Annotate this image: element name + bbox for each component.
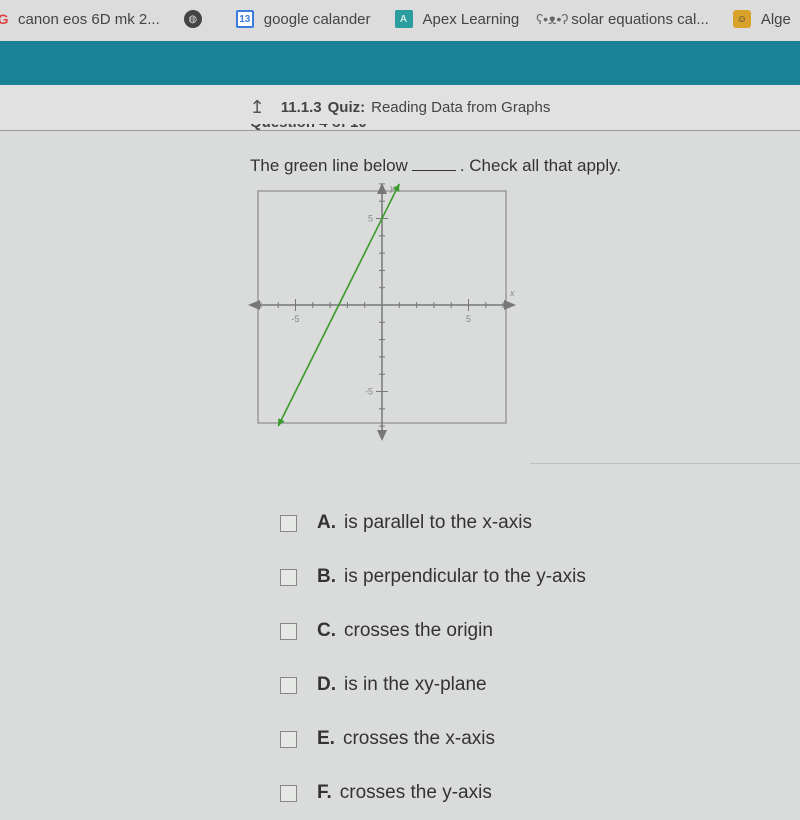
algebra-icon: ☺ [732, 10, 751, 28]
choice-c[interactable]: C. crosses the origin [280, 604, 586, 658]
choice-e[interactable]: E. crosses the x-axis [280, 712, 586, 766]
bookmark-canon[interactable]: G canon eos 6D mk 2... [0, 10, 160, 28]
bookmark-label: Alge [760, 10, 791, 28]
lesson-type: Quiz: [327, 99, 366, 116]
graph: -5 5 5 -5 x y [248, 183, 518, 448]
choice-text: crosses the x-axis [342, 728, 495, 749]
divider [530, 463, 800, 464]
choice-d[interactable]: D. is in the xy-plane [280, 658, 586, 712]
checkbox[interactable] [280, 568, 297, 586]
blank-line [411, 158, 456, 171]
bookmarks-bar: G canon eos 6D mk 2... ◍ 13 google calan… [0, 0, 800, 38]
bookmark-label: google calander [263, 10, 371, 28]
x-tick-label: 5 [466, 314, 471, 324]
checkbox[interactable] [280, 730, 297, 748]
coordinate-plane: -5 55-5xy [248, 183, 516, 441]
choice-text: crosses the origin [344, 620, 493, 641]
x-axis-label: x [509, 288, 515, 298]
lesson-title: Reading Data from Graphs [371, 99, 551, 116]
quiz-title-bar: ↥ 11.1.3 Quiz: Reading Data from Graphs [0, 85, 800, 131]
choice-text: is perpendicular to the y-axis [344, 566, 586, 587]
apex-learning-icon: A [394, 10, 413, 28]
app-header-bar [0, 41, 800, 85]
bookmark-apex-learning[interactable]: A Apex Learning [394, 10, 520, 28]
google-icon: G [0, 11, 9, 27]
bookmark-globe[interactable]: ◍ [183, 10, 212, 28]
bookmark-solar-equations[interactable]: ʕ•ᴥ•ʔ solar equations cal... [536, 10, 709, 28]
bookmark-algebra[interactable]: ☺ Alge [732, 10, 791, 28]
y-tick-label: 5 [368, 214, 373, 224]
google-calendar-icon: 13 [235, 10, 254, 28]
lesson-code: 11.1.3 [280, 99, 322, 116]
choice-a[interactable]: A. is parallel to the x-axis [280, 496, 586, 550]
bookmark-google-calendar[interactable]: 13 google calander [235, 10, 371, 28]
choice-text: crosses the y-axis [339, 782, 492, 803]
choice-f[interactable]: F. crosses the y-axis [280, 766, 586, 820]
y-tick-label: -5 [365, 387, 373, 397]
bookmark-label: solar equations cal... [571, 10, 709, 28]
bear-icon: ʕ•ᴥ•ʔ [536, 11, 569, 27]
x-tick-label: -5 [291, 314, 299, 324]
question-number: Question 4 of 10 [250, 124, 400, 132]
choice-text: is parallel to the x-axis [344, 512, 532, 533]
back-arrow-icon[interactable]: ↥ [250, 97, 265, 118]
choice-text: is in the xy-plane [344, 674, 487, 695]
x-axis-right-arrow [504, 300, 516, 310]
checkbox[interactable] [280, 676, 297, 694]
checkbox[interactable] [280, 784, 297, 802]
x-axis-left-arrow [248, 300, 260, 310]
globe-icon: ◍ [183, 10, 202, 28]
y-axis-top-arrow [377, 183, 387, 194]
y-axis-bottom-arrow [377, 430, 387, 441]
bookmark-label: Apex Learning [422, 10, 520, 28]
checkbox[interactable] [280, 514, 297, 532]
choice-b[interactable]: B. is perpendicular to the y-axis [280, 550, 586, 604]
answer-choices: A. is parallel to the x-axis B. is perpe… [280, 496, 586, 820]
question-prompt: The green line below. Check all that app… [250, 156, 622, 175]
bookmark-label: canon eos 6D mk 2... [18, 10, 160, 28]
checkbox[interactable] [280, 622, 297, 640]
